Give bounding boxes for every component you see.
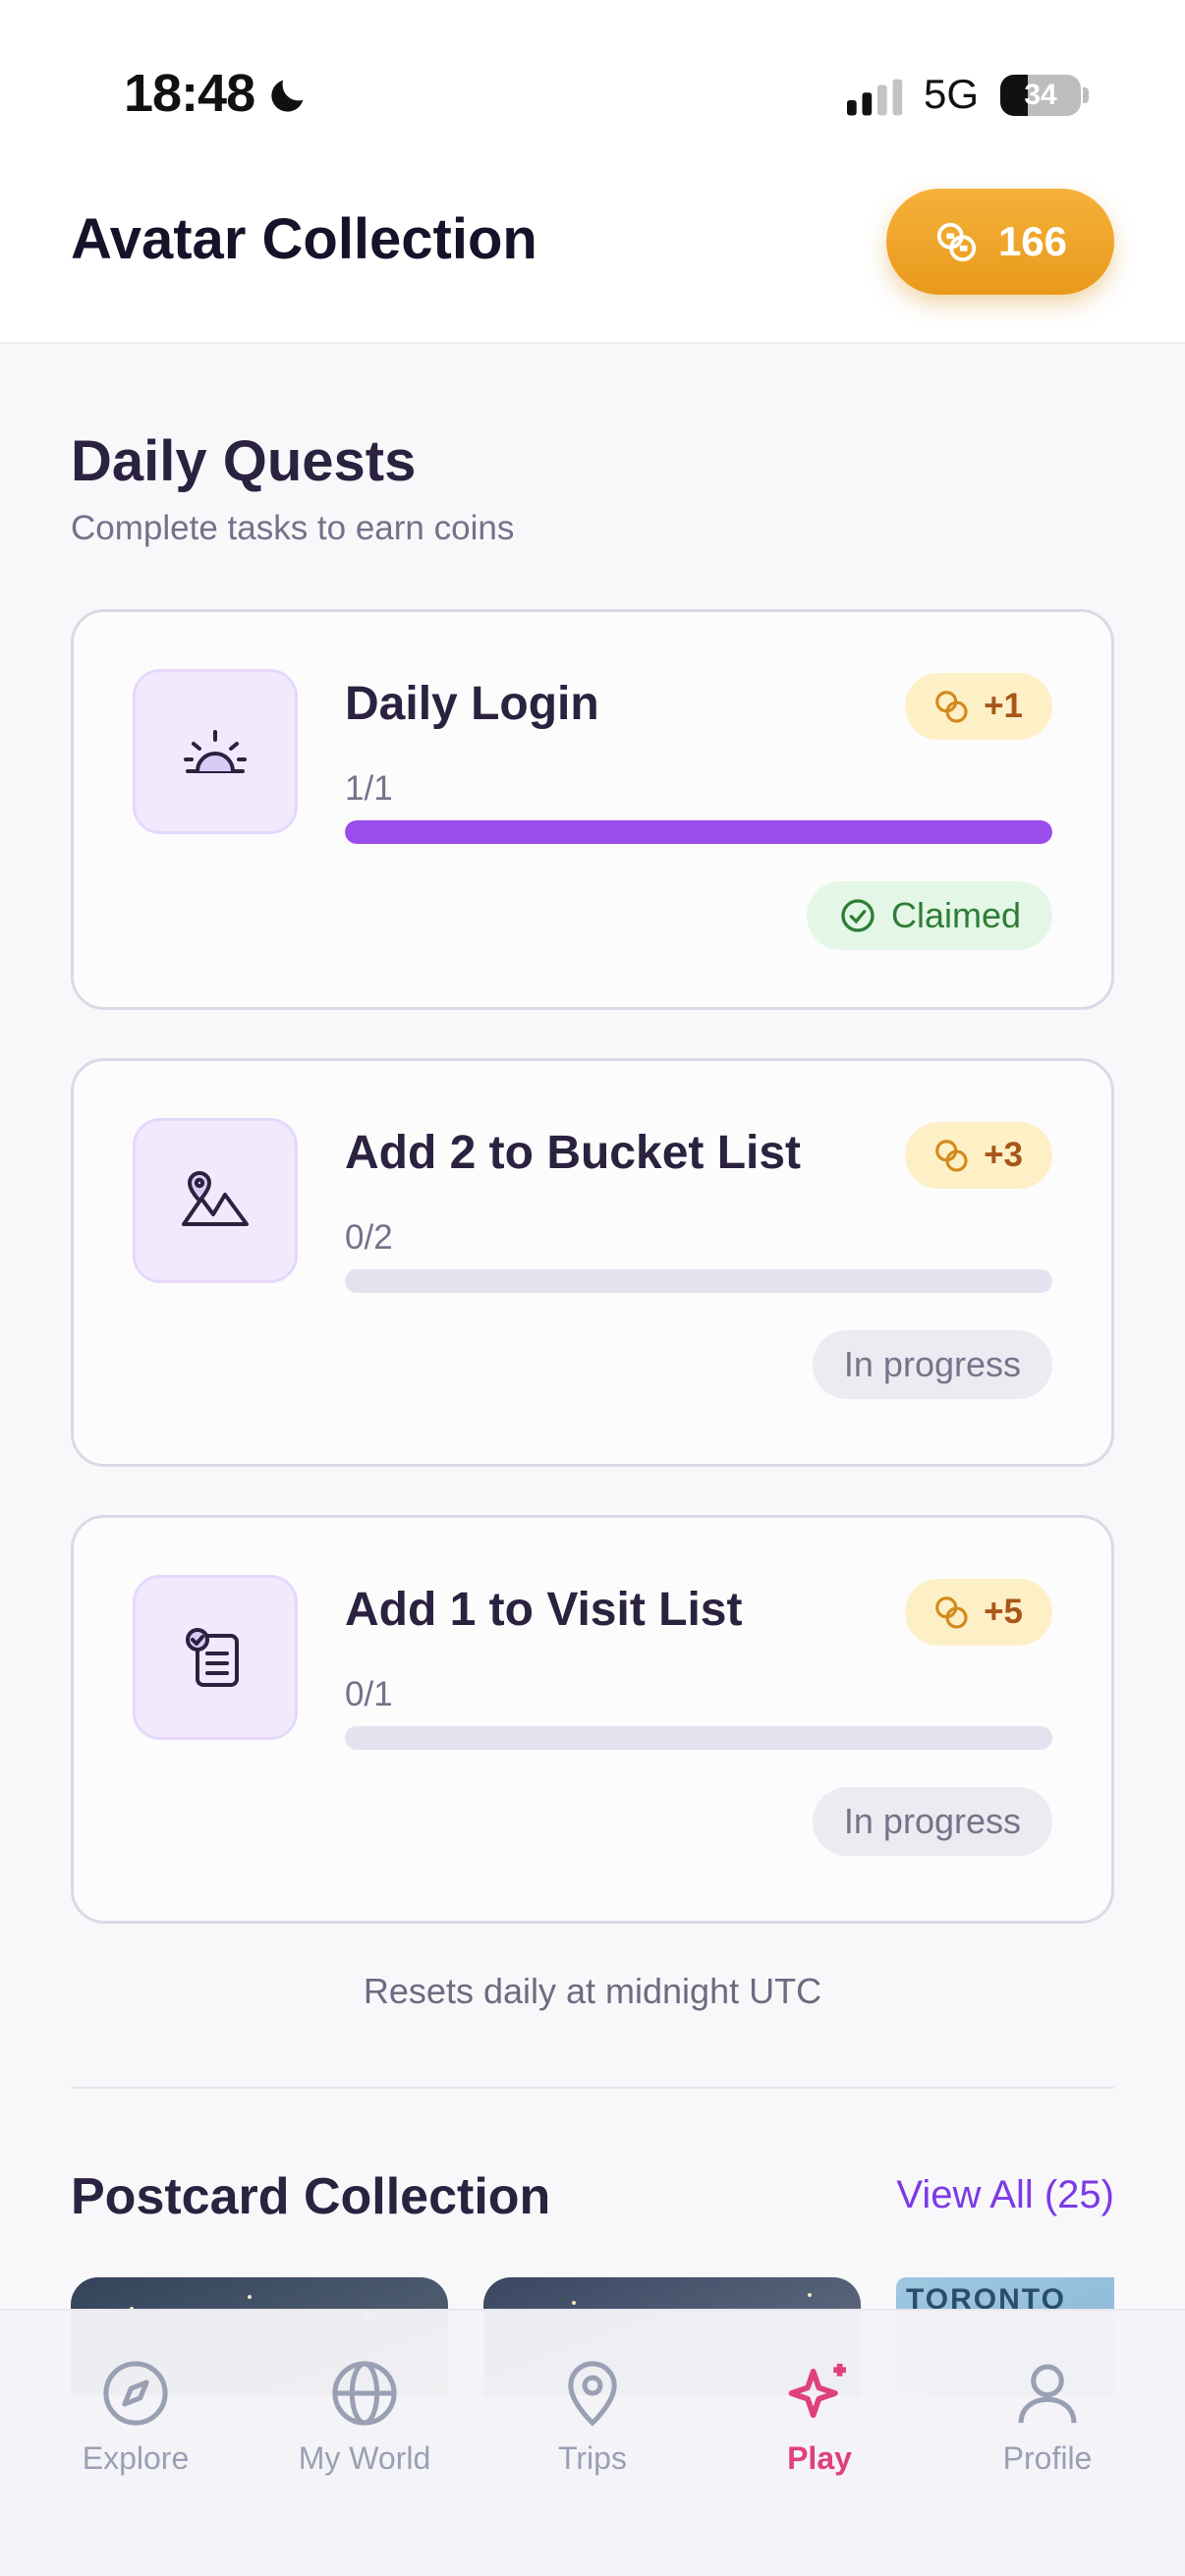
check-circle-icon	[841, 899, 875, 932]
status-claimed-badge: Claimed	[806, 881, 1052, 950]
sunrise-icon	[184, 730, 247, 773]
quest-card[interactable]: Add 2 to Bucket List +3 0/2 In progress	[71, 1058, 1114, 1467]
signal-icon	[847, 79, 903, 116]
coin-balance: 166	[997, 218, 1068, 264]
map-pin-mountain-icon	[182, 1171, 249, 1226]
quest-icon-box	[133, 1118, 298, 1283]
user-icon	[1018, 2364, 1077, 2424]
quest-icon-box	[133, 1575, 298, 1740]
quest-card[interactable]: Add 1 to Visit List +5 0/1 In progress	[71, 1515, 1114, 1924]
postcard-collection-title: Postcard Collection	[71, 2168, 551, 2225]
star-decoration	[808, 2293, 812, 2297]
nav-item-explore[interactable]: Explore	[37, 2356, 234, 2477]
coins-icon	[935, 691, 968, 723]
nav-label: Profile	[1002, 2440, 1093, 2476]
quest-title: Add 2 to Bucket List	[345, 1127, 802, 1179]
checklist-icon	[186, 1628, 239, 1687]
reward-badge: +5	[905, 1579, 1052, 1646]
nav-label: Play	[787, 2440, 852, 2476]
reward-badge: +1	[905, 673, 1052, 740]
view-all-link[interactable]: View All (25)	[896, 2173, 1114, 2217]
page-title: Avatar Collection	[71, 207, 537, 271]
status-text: In progress	[843, 1801, 1021, 1841]
nav-item-profile[interactable]: Profile	[949, 2356, 1146, 2477]
quest-card[interactable]: Daily Login +1 1/1 Claimed	[71, 609, 1114, 1010]
nav-label: My World	[298, 2440, 431, 2476]
compass-icon	[103, 2361, 168, 2426]
status-bar: 18:48 5G 34	[0, 0, 1185, 177]
sparkle-icon	[788, 2363, 846, 2419]
section-divider	[71, 2087, 1114, 2089]
progress-bar	[345, 820, 1052, 844]
daily-quests-title: Daily Quests	[71, 429, 417, 493]
quest-title: Daily Login	[345, 678, 599, 730]
nav-item-my-world[interactable]: My World	[266, 2356, 463, 2477]
progress-fill	[345, 820, 1052, 844]
progress-bar	[345, 1269, 1052, 1293]
moon-icon	[271, 80, 304, 112]
quest-icon-box	[133, 669, 298, 834]
nav-label: Explore	[82, 2440, 190, 2476]
progress-bar	[345, 1726, 1052, 1750]
network-label: 5G	[924, 71, 980, 117]
bottom-nav: Explore My World Trips Play Profile	[0, 2309, 1185, 2576]
daily-quests-subtitle: Complete tasks to earn coins	[71, 509, 515, 547]
quest-title: Add 1 to Visit List	[345, 1584, 743, 1636]
coins-icon	[936, 222, 977, 262]
status-text: In progress	[843, 1344, 1021, 1384]
coins-icon	[935, 1596, 968, 1629]
progress-text: 1/1	[345, 769, 393, 808]
coins-icon	[935, 1140, 968, 1172]
map-pin-icon	[568, 2361, 617, 2427]
reward-amount: +1	[984, 687, 1023, 725]
status-text: Claimed	[890, 895, 1021, 935]
star-decoration	[572, 2301, 576, 2305]
progress-text: 0/1	[345, 1675, 393, 1713]
battery-indicator: 34	[1000, 75, 1081, 116]
reward-amount: +5	[984, 1593, 1023, 1631]
globe-icon	[332, 2361, 397, 2426]
progress-text: 0/2	[345, 1218, 393, 1257]
reward-amount: +3	[984, 1136, 1023, 1174]
app-header: Avatar Collection 166	[0, 177, 1185, 344]
status-time: 18:48	[124, 64, 255, 123]
status-in-progress-badge: In progress	[812, 1787, 1052, 1856]
reward-badge: +3	[905, 1122, 1052, 1189]
star-decoration	[248, 2295, 252, 2299]
coin-balance-button[interactable]: 166	[886, 189, 1114, 295]
battery-level: 34	[1024, 79, 1057, 111]
nav-item-play[interactable]: Play	[721, 2356, 918, 2477]
nav-item-trips[interactable]: Trips	[494, 2356, 691, 2477]
battery-tip	[1083, 87, 1089, 103]
status-in-progress-badge: In progress	[812, 1330, 1052, 1399]
reset-note: Resets daily at midnight UTC	[363, 1971, 822, 2011]
nav-label: Trips	[558, 2440, 627, 2476]
